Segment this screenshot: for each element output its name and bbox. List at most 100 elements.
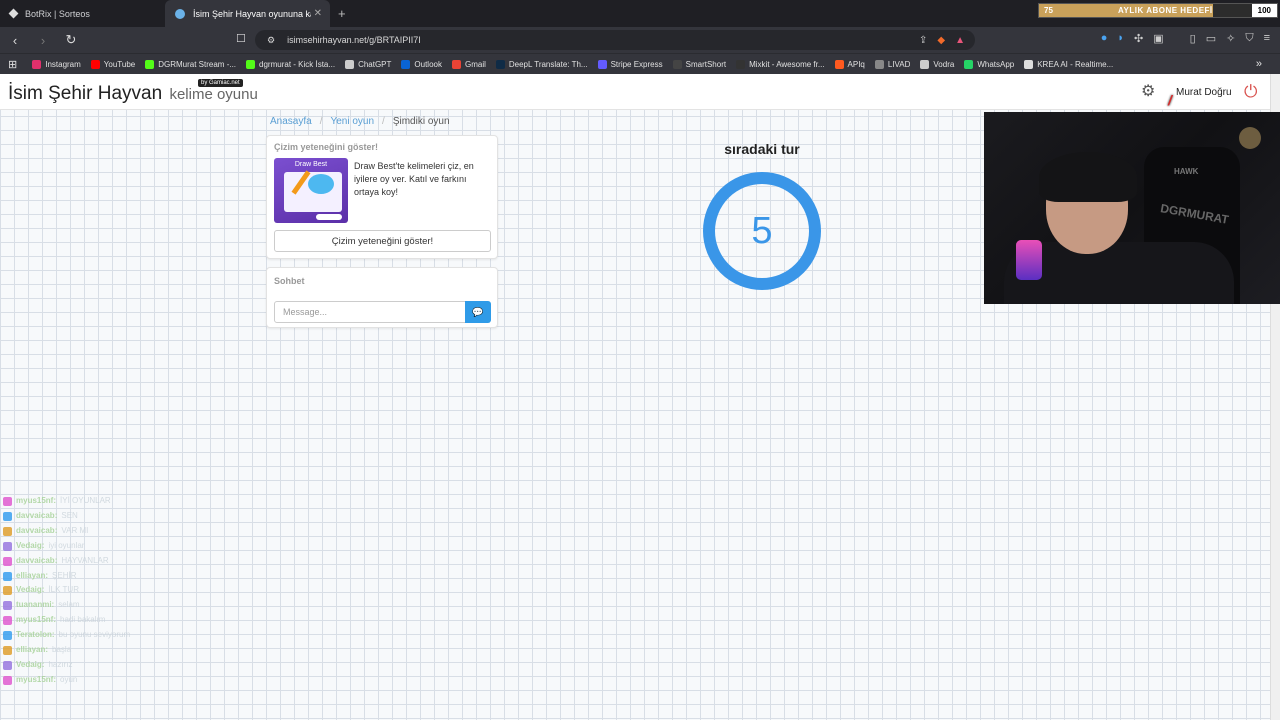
- bookmark-favicon-icon: [401, 59, 411, 69]
- botrix-favicon-icon: [8, 8, 19, 19]
- bookmark-label: YouTube: [103, 59, 136, 69]
- breadcrumb-home[interactable]: Anasayfa: [270, 116, 312, 127]
- bookmark-item[interactable]: KREA AI - Realtime...: [1019, 59, 1118, 69]
- chat-message: hazırız: [48, 659, 73, 669]
- chat-username: tuananmi:: [16, 600, 55, 610]
- chat-username: myus15nf:: [16, 674, 57, 684]
- stream-chat-line: Vedaig: iyi oyunlar: [3, 539, 363, 554]
- draw-best-image[interactable]: Draw Best: [274, 158, 348, 223]
- leo-ai-icon[interactable]: ✧: [1226, 32, 1235, 45]
- chat-message: ŞEHİR: [52, 570, 77, 580]
- wallet-icon[interactable]: ▭: [1206, 32, 1216, 45]
- extension-icons: ● ◗ ✣ ▣ ▯ ▭ ✧ ⛉ ≡: [1101, 32, 1270, 45]
- chat-username: davvaicab:: [16, 510, 58, 520]
- tab-botrix[interactable]: BotRix | Sorteos: [0, 0, 165, 27]
- breadcrumb: Anasayfa / Yeni oyun / Şimdiki oyun: [270, 116, 450, 127]
- streamer-hair: [1039, 152, 1137, 202]
- chat-send-button[interactable]: 💬: [465, 301, 491, 323]
- share-icon[interactable]: ⇪: [919, 35, 927, 46]
- back-arrow-icon[interactable]: ‹: [8, 33, 22, 48]
- brave-shield-icon[interactable]: ◆: [937, 35, 945, 46]
- new-tab-button[interactable]: +: [338, 6, 346, 21]
- bookmark-label: DGRMurat Stream -...: [158, 59, 237, 69]
- browser-tab-bar: BotRix | Sorteos İsim Şehir Hayvan oyunu…: [0, 0, 1280, 27]
- url-text: isimsehirhayvan.net/g/BRTAIPII7I: [287, 35, 421, 45]
- forward-arrow-icon[interactable]: ›: [36, 33, 50, 48]
- vpn-shield-icon[interactable]: ⛉: [1245, 32, 1253, 45]
- site-info-icon[interactable]: ⚙: [267, 35, 275, 46]
- breadcrumb-new-game[interactable]: Yeni oyun: [330, 116, 374, 127]
- bookmark-item[interactable]: YouTube: [86, 59, 140, 69]
- chat-message: iyi oyunlar: [48, 540, 85, 550]
- apps-grid-icon[interactable]: ⊞: [8, 58, 17, 71]
- bookmark-favicon-icon: [920, 59, 930, 69]
- bookmark-item[interactable]: SmartShort: [668, 59, 731, 69]
- bookmarks-overflow-icon[interactable]: »: [1256, 58, 1262, 70]
- sidebar-icon[interactable]: ▯: [1190, 32, 1196, 45]
- bookmark-item[interactable]: Gmail: [447, 59, 491, 69]
- bookmarks-bar: ⊞ Instagram YouTube DGRMurat Stream -... dg…: [0, 53, 1280, 74]
- bookmark-item[interactable]: dgrmurat - Kick İsta...: [241, 59, 340, 69]
- bookmark-item[interactable]: Vodra: [915, 59, 959, 69]
- bookmark-item[interactable]: WhatsApp: [959, 59, 1019, 69]
- tab-isim-sehir-hayvan[interactable]: İsim Şehir Hayvan oyununa katıl ✕: [165, 0, 330, 27]
- brand-badge[interactable]: by Gamiac.net: [198, 79, 243, 87]
- goal-target: 100: [1251, 4, 1277, 17]
- chat-message: başla: [52, 645, 72, 655]
- stream-chat-line: myus15nf: hadi bakalım: [3, 613, 363, 628]
- chat-username: myus15nf:: [16, 615, 57, 625]
- settings-gear-icon[interactable]: ⚙: [1141, 84, 1157, 100]
- address-bar[interactable]: ⚙ isimsehirhayvan.net/g/BRTAIPII7I ⇪ ◆ ▲: [255, 30, 975, 50]
- bookmark-item[interactable]: APIq: [830, 59, 870, 69]
- stream-chat-line: Teratolon: bu oyunu seviyorum: [3, 628, 363, 643]
- extensions-puzzle-icon[interactable]: ✣: [1134, 32, 1143, 45]
- bookmark-item[interactable]: ChatGPT: [340, 59, 396, 69]
- bookmark-label: Mixkit - Awesome fr...: [749, 59, 825, 69]
- bookmark-item[interactable]: DGRMurat Stream -...: [140, 59, 241, 69]
- bookmark-item[interactable]: LIVAD: [870, 59, 916, 69]
- chat-message: bu oyunu seviyorum: [58, 630, 131, 640]
- bookmark-favicon-icon: [597, 59, 607, 69]
- chat-message: oyun: [60, 674, 78, 684]
- chat-username: Vedaig:: [16, 659, 45, 669]
- chat-title: Sohbet: [274, 276, 305, 286]
- chat-username: davvaicab:: [16, 525, 58, 535]
- extension-2-icon[interactable]: ◗: [1117, 32, 1124, 45]
- microphone: [1016, 240, 1042, 280]
- tab-label: BotRix | Sorteos: [25, 8, 90, 19]
- bookmark-item[interactable]: Outlook: [396, 59, 447, 69]
- bookmark-item[interactable]: DeepL Translate: Th...: [491, 59, 593, 69]
- bookmark-favicon-icon: [874, 59, 884, 69]
- extension-3-icon[interactable]: ▣: [1153, 32, 1163, 45]
- chat-username: Teratolon:: [16, 630, 55, 640]
- stream-chat-line: davvaicab: HAYVANLAR: [3, 554, 363, 569]
- site-favicon-icon: [175, 8, 185, 19]
- menu-icon[interactable]: ≡: [1264, 32, 1270, 45]
- bookmark-item[interactable]: Instagram: [27, 59, 86, 69]
- show-drawing-skill-button[interactable]: Çizim yeteneğini göster!: [274, 230, 491, 252]
- brave-rewards-icon[interactable]: ▲: [955, 35, 965, 46]
- bookmark-favicon-icon: [1024, 59, 1034, 69]
- bookmark-label: Outlook: [414, 59, 442, 69]
- next-round-label: sıradaki tur: [724, 141, 800, 157]
- countdown-timer: 5: [703, 172, 821, 290]
- user-name[interactable]: Murat Doğru: [1176, 87, 1232, 98]
- bookmark-page-icon[interactable]: ☐: [236, 32, 246, 45]
- bookmark-favicon-icon: [246, 59, 256, 69]
- bookmark-item[interactable]: Mixkit - Awesome fr...: [731, 59, 829, 69]
- logout-power-icon[interactable]: ⏻: [1244, 83, 1257, 100]
- bookmark-label: DeepL Translate: Th...: [508, 59, 588, 69]
- chat-message-input[interactable]: Message...: [274, 301, 466, 323]
- chat-badge-icon: [3, 541, 12, 551]
- extension-1-icon[interactable]: ●: [1101, 32, 1108, 45]
- stream-chat-line: elliayan: başla: [3, 643, 363, 658]
- close-tab-icon[interactable]: ✕: [314, 8, 322, 19]
- stream-chat-line: davvaicab: SEN: [3, 509, 363, 524]
- chat-message: VAR MI: [61, 525, 89, 535]
- chat-badge-icon: [3, 586, 12, 596]
- bookmark-item[interactable]: Stripe Express: [593, 59, 668, 69]
- bookmark-label: SmartShort: [685, 59, 727, 69]
- chat-username: myus15nf:: [16, 496, 57, 505]
- reload-icon[interactable]: ↻: [64, 32, 78, 48]
- promo-badge: [316, 214, 342, 220]
